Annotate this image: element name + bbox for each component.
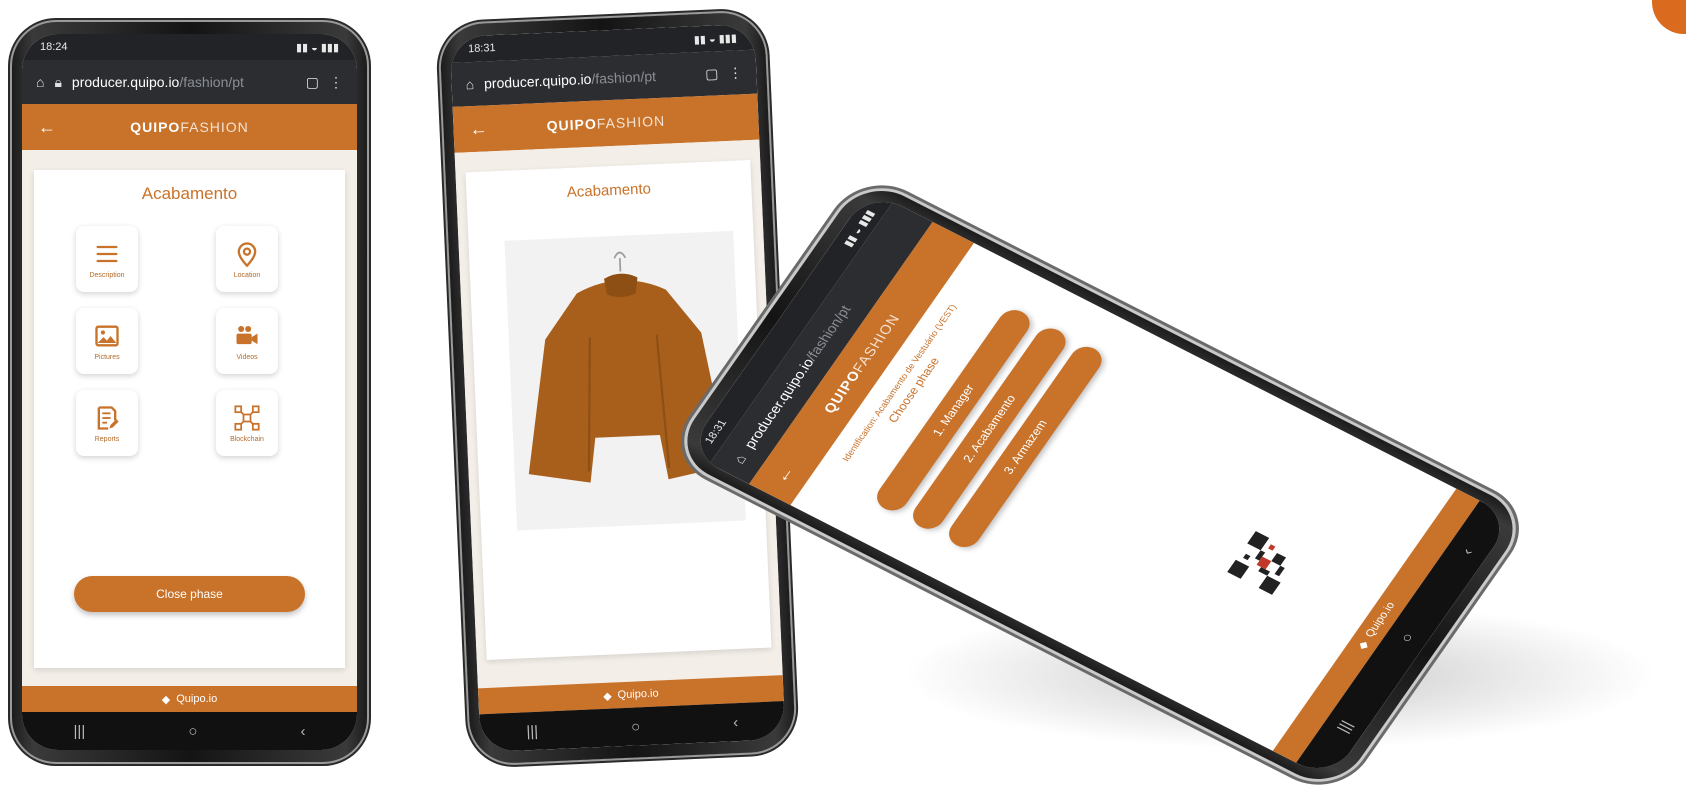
main-card: Acabamento Description Location Pictures… xyxy=(34,170,345,668)
browser-url-bar[interactable]: ⌂ 🔒︎ producer.quipo.io/fashion/pt ▢ ⋮ xyxy=(22,60,357,104)
quipo-logo-icon: ◆ xyxy=(1355,639,1372,652)
home-nav-icon[interactable]: ○ xyxy=(188,723,197,740)
signal-icons: ▮▮ ◒ ▮▮▮ xyxy=(295,41,339,54)
tile-location[interactable]: Location xyxy=(216,226,278,292)
recents-icon[interactable]: ||| xyxy=(74,723,86,740)
home-icon[interactable]: ⌂ xyxy=(465,76,474,92)
tile-pictures[interactable]: Pictures xyxy=(76,308,138,374)
app-footer: ◆ Quipo.io xyxy=(22,686,357,712)
recents-icon[interactable]: ||| xyxy=(1334,718,1356,735)
footer-text: Quipo.io xyxy=(176,693,218,705)
status-time: 18:31 xyxy=(467,41,496,56)
status-bar: 18:24 ▮▮ ◒ ▮▮▮ xyxy=(22,34,357,60)
tile-label: Blockchain xyxy=(230,435,264,443)
close-phase-button[interactable]: Close phase xyxy=(74,576,305,612)
brand-light: FASHION xyxy=(180,119,249,135)
tile-label: Pictures xyxy=(94,353,120,361)
qr-code-image xyxy=(1227,531,1301,595)
lock-icon: 🔒︎ xyxy=(54,73,62,90)
brand-logo: QUIPOFASHION xyxy=(22,119,357,135)
tile-label: Description xyxy=(89,271,125,279)
recents-icon[interactable]: ||| xyxy=(526,722,538,739)
tile-description[interactable]: Description xyxy=(76,226,138,292)
home-icon[interactable]: ⌂ xyxy=(730,452,749,466)
brand-logo: QUIPOFASHION xyxy=(453,109,758,138)
network-nodes-icon xyxy=(234,404,260,431)
quipo-logo-icon: ◆ xyxy=(602,690,612,703)
url-host: producer.quipo.io xyxy=(483,70,592,92)
url-text[interactable]: producer.quipo.io/fashion/pt xyxy=(72,74,296,90)
product-photo[interactable] xyxy=(504,230,746,531)
phone-menu-screen: 18:24 ▮▮ ◒ ▮▮▮ ⌂ 🔒︎ producer.quipo.io/fa… xyxy=(12,22,367,762)
tile-blockchain[interactable]: Blockchain xyxy=(216,390,278,456)
corner-accent xyxy=(1652,0,1686,34)
status-time: 18:24 xyxy=(40,41,68,53)
report-edit-icon xyxy=(97,405,119,430)
url-path: /fashion/pt xyxy=(179,74,244,90)
tile-reports[interactable]: Reports xyxy=(76,390,138,456)
tile-label: Reports xyxy=(94,435,120,443)
footer-text: Quipo.io xyxy=(617,687,659,702)
quipo-logo-icon: ◆ xyxy=(161,693,171,706)
brand-bold: QUIPO xyxy=(130,119,181,135)
page-title: Acabamento xyxy=(141,184,238,203)
home-icon[interactable]: ⌂ xyxy=(36,74,44,90)
brand-light: FASHION xyxy=(596,112,666,132)
signal-icons: ▮▮ ◒ ▮▮▮ xyxy=(693,31,738,46)
image-icon xyxy=(95,325,119,346)
home-nav-icon[interactable]: ○ xyxy=(631,718,641,735)
url-path: /fashion/pt xyxy=(591,68,657,87)
url-host: producer.quipo.io xyxy=(71,74,180,90)
home-nav-icon[interactable]: ○ xyxy=(1397,630,1417,645)
more-vert-icon[interactable]: ⋮ xyxy=(728,64,743,82)
tile-label: Location xyxy=(233,271,261,279)
map-pin-icon xyxy=(237,241,257,267)
url-text[interactable]: producer.quipo.io/fashion/pt xyxy=(484,66,696,91)
back-nav-icon[interactable]: ‹ xyxy=(300,723,305,740)
tabs-icon[interactable]: ▢ xyxy=(705,65,719,83)
brown-sweater-image xyxy=(528,251,730,483)
phone-screen: 18:24 ▮▮ ◒ ▮▮▮ ⌂ 🔒︎ producer.quipo.io/fa… xyxy=(22,34,357,750)
brand-bold: QUIPO xyxy=(546,115,598,134)
tile-videos[interactable]: Videos xyxy=(216,308,278,374)
page-title: Acabamento xyxy=(566,180,652,202)
content-area: Acabamento Description Location Pictures… xyxy=(22,150,357,686)
back-nav-icon[interactable]: ‹ xyxy=(733,714,739,731)
android-nav-bar: ||| ○ ‹ xyxy=(22,712,357,750)
tile-label: Videos xyxy=(236,353,258,361)
more-vert-icon[interactable]: ⋮ xyxy=(329,74,343,91)
tabs-icon[interactable]: ▢ xyxy=(306,74,319,91)
menu-lines-icon xyxy=(96,245,118,262)
video-camera-icon xyxy=(236,325,258,344)
back-nav-icon[interactable]: ‹ xyxy=(1458,546,1476,558)
app-header: ← QUIPOFASHION xyxy=(22,104,357,150)
